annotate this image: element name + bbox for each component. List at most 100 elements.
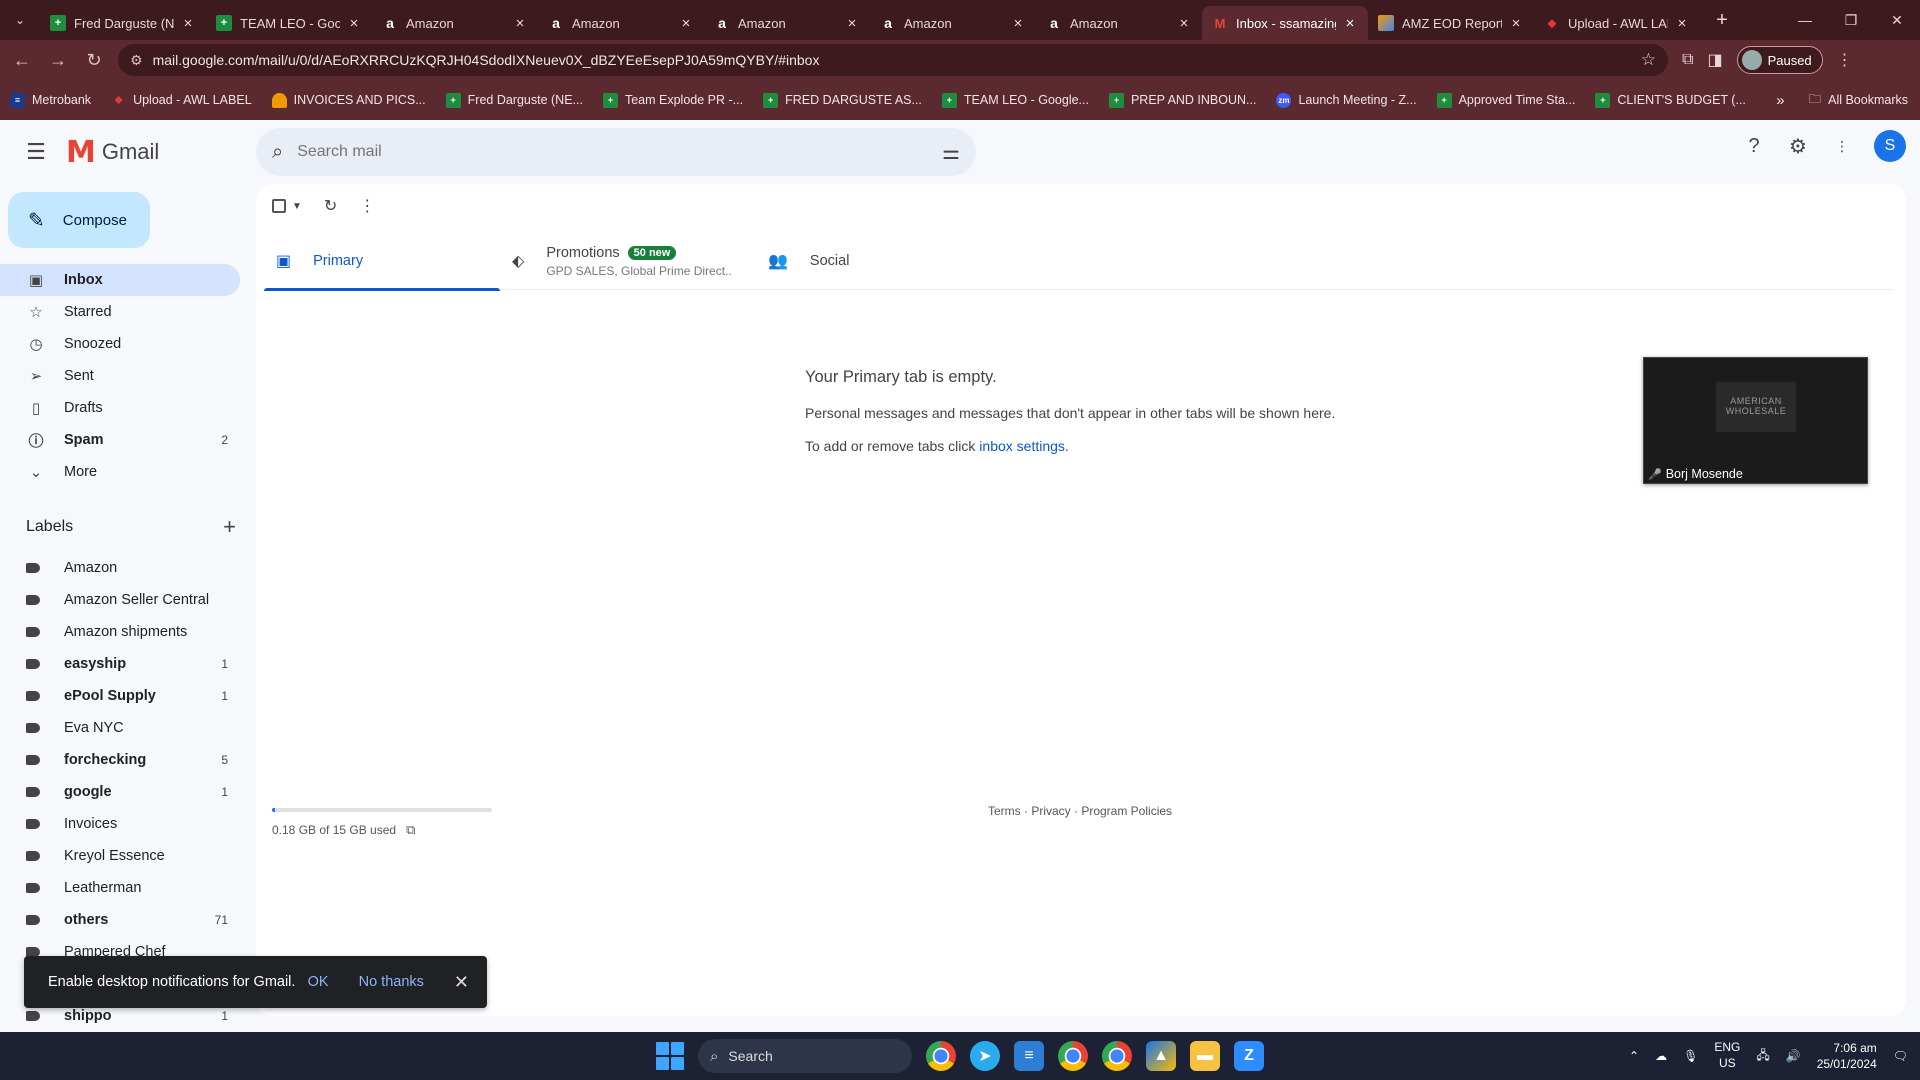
label-item[interactable]: easyship 1 [0,648,240,680]
apps-grid-icon[interactable]: ⋮ [1830,134,1854,158]
browser-menu-icon[interactable]: ⋮ [1837,50,1853,70]
sidebar-item-sent[interactable]: ➢ Sent [0,360,240,392]
microphone-icon[interactable]: 🎙 [1683,1049,1698,1063]
label-item[interactable]: forchecking 5 [0,744,240,776]
more-actions-icon[interactable]: ⋮ [359,196,375,216]
close-tab-icon[interactable]: × [180,15,196,32]
bookmark-item[interactable]: + CLIENT'S BUDGET (... [1595,92,1746,108]
bookmark-item[interactable]: + PREP AND INBOUN... [1108,92,1256,108]
bookmark-item[interactable]: ⬥ Upload - AWL LABEL [111,93,252,108]
minimize-icon[interactable]: — [1782,0,1828,40]
label-item[interactable]: google 1 [0,776,240,808]
clock[interactable]: 7:06 am 25/01/2024 [1817,1040,1877,1072]
label-item[interactable]: Amazon shipments [0,616,240,648]
restore-icon[interactable]: ❐ [1828,0,1874,40]
bookmark-item[interactable]: + Team Explode PR -... [602,92,743,108]
compose-button[interactable]: ✎ Compose [8,192,150,248]
show-hidden-icons-icon[interactable]: ⌃ [1629,1049,1639,1063]
bookmark-item[interactable]: + Fred Darguste (NE... [445,92,583,108]
tab-primary[interactable]: ▣ Primary [264,232,500,291]
drive-app-icon[interactable]: ▲ [1146,1041,1176,1071]
sidebar-item-more[interactable]: ⌄ More [0,456,240,488]
open-in-new-icon[interactable]: ⧉ [406,822,415,838]
close-tab-icon[interactable]: × [1508,15,1524,32]
browser-tab[interactable]: a Amazon × [372,6,538,40]
sidebar-item-spam[interactable]: ⓘ Spam 2 [0,424,240,456]
close-tab-icon[interactable]: × [844,15,860,32]
footer-links[interactable]: Terms · Privacy · Program Policies [988,804,1172,818]
label-item[interactable]: Amazon [0,552,240,584]
label-item[interactable]: Leatherman [0,872,240,904]
forward-button[interactable]: → [40,42,76,78]
file-explorer-icon[interactable]: ▬ [1190,1041,1220,1071]
inbox-settings-link[interactable]: inbox settings [979,438,1065,454]
taskbar-search[interactable]: ⌕ Search [698,1039,912,1073]
search-options-icon[interactable]: ⚌ [942,140,960,165]
label-item[interactable]: Amazon Seller Central [0,584,240,616]
label-item[interactable]: Eva NYC [0,712,240,744]
gmail-logo[interactable]: M Gmail [66,135,159,170]
add-label-icon[interactable]: + [223,514,236,540]
language-indicator[interactable]: ENG US [1714,1040,1740,1071]
browser-tab[interactable]: + TEAM LEO - Google... × [206,6,372,40]
extensions-icon[interactable]: ⧉ [1682,51,1693,69]
browser-tab[interactable]: a Amazon × [870,6,1036,40]
browser-tab[interactable]: ⬥ Upload - AWL LAB... × [1534,6,1700,40]
close-tab-icon[interactable]: × [678,15,694,32]
browser-tab[interactable]: a Amazon × [538,6,704,40]
meeting-video-thumbnail[interactable]: AMERICAN WHOLESALE 🎤 Borj Mosende [1643,357,1868,484]
chrome-profile-3-icon[interactable] [1102,1041,1132,1071]
bookmark-item[interactable]: zm Launch Meeting - Z... [1276,92,1417,108]
telegram-app-icon[interactable]: ➤ [970,1041,1000,1071]
settings-gear-icon[interactable]: ⚙ [1786,134,1810,158]
refresh-icon[interactable]: ↻ [324,196,337,216]
profile-button[interactable]: Paused [1736,46,1823,74]
start-button[interactable] [656,1042,684,1070]
more-bookmarks-icon[interactable]: » [1776,92,1784,109]
help-icon[interactable]: ? [1742,134,1766,158]
close-tab-icon[interactable]: × [1342,15,1358,32]
new-tab-button[interactable]: + [1706,9,1738,32]
main-menu-icon[interactable]: ☰ [12,128,60,176]
bookmark-item[interactable]: + TEAM LEO - Google... [941,92,1089,108]
sidebar-item-drafts[interactable]: ▯ Drafts [0,392,240,424]
close-tab-icon[interactable]: × [512,15,528,32]
browser-tab[interactable]: M Inbox - ssamazing... × [1202,6,1368,40]
bookmark-item[interactable]: + Approved Time Sta... [1436,92,1575,108]
search-input[interactable] [297,143,943,161]
browser-tab[interactable]: AMZ EOD Report × [1368,6,1534,40]
close-tab-icon[interactable]: × [1176,15,1192,32]
tab-social[interactable]: 👥 Social [756,232,992,290]
bookmark-item[interactable]: ≡ Metrobank [10,92,91,108]
account-avatar[interactable]: S [1874,130,1906,162]
browser-tab[interactable]: + Fred Darguste (NE... × [40,6,206,40]
tab-search-button[interactable]: ⌄ [0,0,40,40]
search-icon[interactable]: ⌕ [272,141,283,164]
site-info-icon[interactable]: ⚙ [130,52,143,69]
close-tab-icon[interactable]: × [1674,15,1690,32]
close-tab-icon[interactable]: × [346,15,362,32]
snackbar-close-icon[interactable]: ✕ [454,972,469,993]
back-button[interactable]: ← [4,42,40,78]
onedrive-icon[interactable]: ☁ [1655,1049,1667,1063]
bookmark-star-icon[interactable]: ☆ [1641,50,1656,70]
sidebar-item-inbox[interactable]: ▣ Inbox [0,264,240,296]
close-tab-icon[interactable]: × [1010,15,1026,32]
chrome-profile-2-icon[interactable] [1058,1041,1088,1071]
snackbar-ok-button[interactable]: OK [308,974,329,990]
browser-tab[interactable]: a Amazon × [1036,6,1202,40]
zoom-app-icon[interactable]: Z [1234,1041,1264,1071]
label-item[interactable]: others 71 [0,904,240,936]
network-icon[interactable]: 🖧 [1756,1046,1769,1067]
close-window-icon[interactable]: ✕ [1874,0,1920,40]
all-bookmarks-button[interactable]: 🗀 All Bookmarks [1809,90,1908,111]
address-bar[interactable]: ⚙ mail.google.com/mail/u/0/d/AEoRXRRCUzK… [118,44,1668,76]
browser-tab[interactable]: a Amazon × [704,6,870,40]
label-item[interactable]: Kreyol Essence [0,840,240,872]
snackbar-no-thanks-button[interactable]: No thanks [359,974,424,990]
notepad-app-icon[interactable]: ≡ [1014,1041,1044,1071]
side-panel-icon[interactable]: ◨ [1707,50,1722,70]
notifications-icon[interactable]: 🗨 [1893,1049,1908,1063]
sidebar-item-snoozed[interactable]: ◷ Snoozed [0,328,240,360]
select-all-checkbox[interactable]: ▼ [272,199,302,213]
